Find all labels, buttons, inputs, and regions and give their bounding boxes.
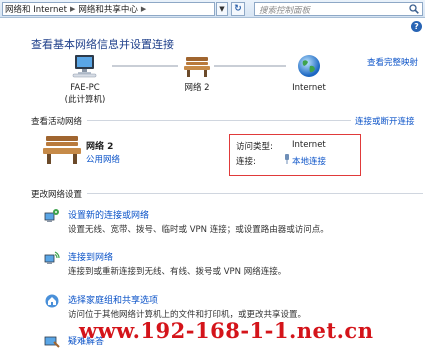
map-link-line	[112, 65, 178, 67]
access-type-label: 访问类型:	[236, 142, 273, 152]
address-toolbar: 网络和 Internet ▶ 网络和共享中心 ▶ ▼ ↻ 搜索控制面板	[0, 0, 425, 18]
help-icon[interactable]: ?	[411, 21, 422, 32]
active-networks-header: 查看活动网络	[31, 117, 83, 127]
search-placeholder: 搜索控制面板	[259, 6, 311, 16]
connect-network-icon	[44, 251, 60, 264]
connection-label: 连接:	[236, 157, 256, 167]
computer-icon	[72, 55, 97, 78]
site-watermark: www.192-168-1-1.net.cn	[79, 318, 374, 343]
ethernet-icon	[285, 154, 289, 164]
refresh-button[interactable]: ↻	[231, 2, 245, 16]
internet-globe-icon[interactable]	[297, 54, 321, 78]
bench-icon	[43, 136, 81, 164]
active-network-name: 网络 2	[86, 142, 114, 152]
internet-node-label: Internet	[292, 83, 326, 93]
view-full-map-link[interactable]: 查看完整映射	[367, 56, 418, 68]
setup-connection-link[interactable]: 设置新的连接或网络	[68, 208, 149, 221]
connect-to-network-link[interactable]: 连接到网络	[68, 250, 113, 263]
local-connection-link[interactable]: 本地连接	[292, 155, 326, 167]
access-type-value: Internet	[292, 140, 326, 150]
network-node-label: 网络 2	[184, 83, 210, 93]
search-input[interactable]: 搜索控制面板	[254, 2, 423, 16]
connect-disconnect-link[interactable]: 连接或断开连接	[355, 115, 415, 127]
change-settings-header: 更改网络设置	[31, 190, 83, 200]
bench-icon[interactable]	[183, 54, 211, 78]
breadcrumb-separator-icon[interactable]: ▶	[140, 5, 147, 13]
homegroup-sharing-link[interactable]: 选择家庭组和共享选项	[68, 293, 158, 306]
troubleshoot-icon	[44, 336, 60, 348]
connect-to-network-desc: 连接到或重新连接到无线、有线、拨号或 VPN 网络连接。	[68, 267, 287, 277]
section-divider	[87, 120, 351, 121]
new-connection-icon	[44, 209, 59, 222]
map-link-line	[214, 65, 286, 67]
address-dropdown-button[interactable]: ▼	[216, 2, 228, 16]
breadcrumb[interactable]: 网络和 Internet ▶ 网络和共享中心 ▶	[2, 2, 215, 16]
computer-sublabel: (此计算机)	[64, 95, 106, 105]
computer-name: FAE-PC	[70, 83, 100, 93]
this-computer-node: FAE-PC (此计算机)	[62, 82, 108, 106]
breadcrumb-sharing-center[interactable]: 网络和共享中心	[76, 3, 140, 15]
breadcrumb-separator-icon[interactable]: ▶	[69, 5, 76, 13]
breadcrumb-network-internet[interactable]: 网络和 Internet	[3, 3, 69, 15]
homegroup-icon	[45, 294, 59, 308]
section-divider	[87, 193, 423, 194]
setup-connection-desc: 设置无线、宽带、拨号、临时或 VPN 连接；或设置路由器或访问点。	[68, 225, 329, 235]
page-title: 查看基本网络信息并设置连接	[31, 38, 174, 51]
search-icon[interactable]	[409, 4, 419, 14]
network-type-link[interactable]: 公用网络	[86, 153, 120, 165]
